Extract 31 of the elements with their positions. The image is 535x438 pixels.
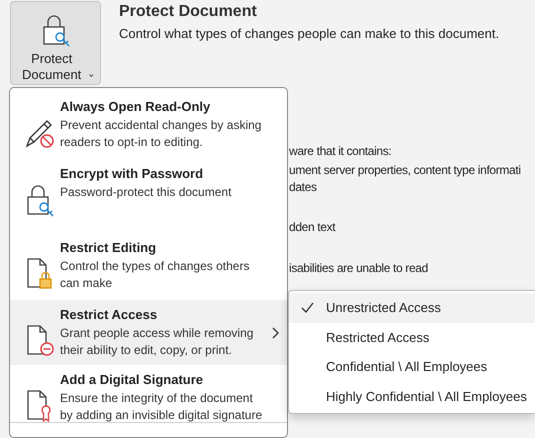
submenu-item[interactable]: Highly Confidential \ All Employees <box>289 382 535 411</box>
menu-item-title: Restrict Editing <box>60 239 158 256</box>
menu-item-title: Restrict Access <box>60 306 158 323</box>
partial-text: dden text <box>289 219 336 236</box>
chevron-right-icon <box>271 327 279 339</box>
menu-item-description: Prevent accidental changes by asking readers to opt-in to editing. <box>60 117 262 151</box>
protect-document-button[interactable]: Protect Document <box>10 1 101 85</box>
submenu-item[interactable]: Unrestricted Access <box>289 293 535 322</box>
lock-key-icon <box>40 13 70 47</box>
menu-item[interactable]: Restrict Access Grant people access while removing their ability to edit, copy, or print. <box>10 300 287 365</box>
menu-item-title: Encrypt with Password <box>60 165 204 182</box>
menu-item-title: Always Open Read-Only <box>60 98 212 115</box>
caret-icon <box>89 73 94 78</box>
submenu-item[interactable]: Restricted Access <box>289 322 535 352</box>
section-title: Protect Document <box>119 3 258 21</box>
section-description: Control what types of changes people can make to this document. <box>119 26 500 41</box>
menu-item-description: Grant people access while removing their ability to edit, copy, or print. <box>60 325 254 359</box>
lock-key-icon <box>25 183 55 217</box>
partial-text: ument server properties, content type informati dates <box>289 162 522 196</box>
menu-item[interactable]: Always Open Read-Only Prevent accidental changes by asking readers to opt-in to editing. <box>10 92 287 157</box>
menu-item[interactable]: Encrypt with Password Password-protect this document <box>10 159 287 223</box>
menu-item[interactable]: Restrict Editing Control the types of changes others can make <box>10 233 287 298</box>
submenu-item[interactable]: Confidential \ All Employees <box>289 352 535 382</box>
menu-item[interactable]: Add a Digital Signature Ensure the integrity of the document by adding an invisible digital signature <box>10 365 287 430</box>
document-minus-icon <box>25 324 55 358</box>
menu-item-description: Ensure the integrity of the document by adding an invisible digital signature <box>60 390 263 424</box>
menu-item-title: Add a Digital Signature <box>60 371 204 388</box>
partial-text: isabilities are unable to read <box>289 260 429 277</box>
menu-item-description: Control the types of changes others can make <box>60 258 250 292</box>
partial-text: ware that it contains: <box>289 143 392 160</box>
menu-item-description: Password-protect this document <box>60 184 232 201</box>
